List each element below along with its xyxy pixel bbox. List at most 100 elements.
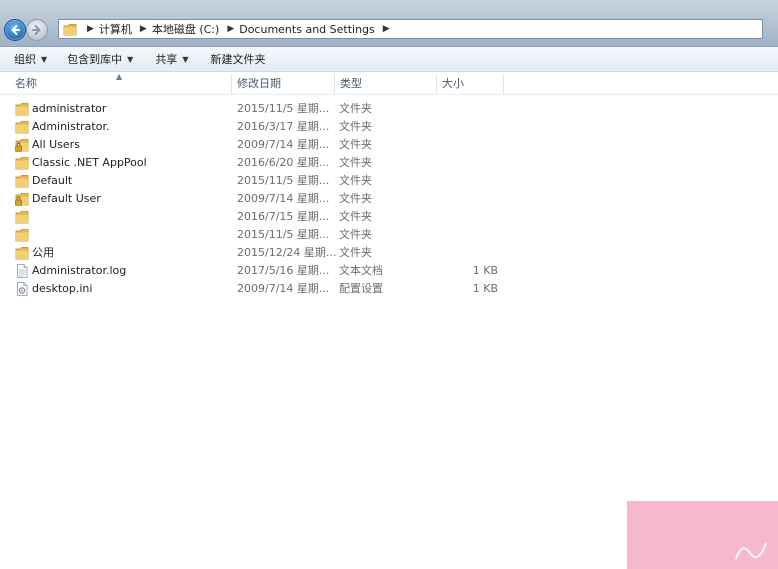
breadcrumb-documents-and-settings[interactable]: Documents and Settings [239,23,375,36]
share-button[interactable]: 共享 ▼ [147,48,196,70]
folder-icon [15,174,29,188]
file-name[interactable]: administrator [32,100,106,118]
chevron-right-icon[interactable]: ▶ [227,24,234,34]
file-modified-date: 2009/7/14 星期... [237,138,330,151]
file-row[interactable]: Classic .NET AppPool 2016/6/20 星期... 文件夹 [0,154,778,172]
file-row[interactable]: 2015/11/5 星期... 文件夹 [0,226,778,244]
file-modified-date: 2009/7/14 星期... [237,192,330,205]
column-header-size[interactable]: 大小 [442,72,464,94]
include-in-library-label: 包含到库中 [67,53,123,66]
file-size [440,100,498,118]
breadcrumb-computer[interactable]: 计算机 [99,21,132,37]
folder-icon [15,156,29,170]
folder-icon [15,102,29,116]
file-name[interactable]: Default [32,172,72,190]
file-type: 文件夹 [339,192,372,205]
file-modified-date: 2009/7/14 星期... [237,282,330,295]
file-row[interactable]: Default 2015/11/5 星期... 文件夹 [0,172,778,190]
back-button[interactable] [4,19,26,41]
file-name[interactable]: desktop.ini [32,280,92,298]
pink-corner-overlay [627,501,778,569]
column-headers: ▲ 名称 修改日期 类型 大小 [0,72,778,95]
new-folder-label: 新建文件夹 [210,53,266,66]
text-document-icon [15,264,29,278]
folder-icon [15,228,29,242]
file-type: 文本文档 [339,264,383,277]
address-path-box[interactable]: ▶ 计算机 ▶ 本地磁盘 (C:) ▶ Documents and Settin… [58,19,763,39]
folder-icon [15,246,29,260]
file-modified-date: 2017/5/16 星期... [237,264,330,277]
file-modified-date: 2015/12/24 星期... [237,246,337,259]
file-list: administrator 2015/11/5 星期... 文件夹 Administr… [0,100,778,298]
file-type: 文件夹 [339,156,372,169]
folder-icon [15,120,29,134]
caret-down-icon: ▼ [182,54,189,64]
chevron-right-icon[interactable]: ▶ [87,24,94,34]
share-label: 共享 [155,53,178,66]
watermark-glyph [735,542,767,560]
file-name[interactable]: Default User [32,190,101,208]
file-modified-date: 2016/3/17 星期... [237,120,330,133]
file-size [440,226,498,244]
column-divider[interactable] [436,74,437,94]
file-type: 文件夹 [339,210,372,223]
file-row[interactable]: Administrator.log 2017/5/16 星期... 文本文档 1 KB [0,262,778,280]
file-size [440,172,498,190]
file-row[interactable]: Default User 2009/7/14 星期... 文件夹 [0,190,778,208]
organize-button[interactable]: 组织 ▼ [6,48,55,70]
column-divider[interactable] [503,74,504,94]
breadcrumb-local-disk[interactable]: 本地磁盘 (C:) [152,21,219,37]
file-name[interactable]: All Users [32,136,80,154]
file-size [440,190,498,208]
chevron-right-icon[interactable]: ▶ [140,24,147,34]
folder-icon [63,23,77,36]
settings-file-icon [15,282,29,296]
include-in-library-button[interactable]: 包含到库中 ▼ [59,48,141,70]
sort-ascending-icon: ▲ [116,72,123,81]
file-name[interactable]: Classic .NET AppPool [32,154,147,172]
file-row[interactable]: Administrator. 2016/3/17 星期... 文件夹 [0,118,778,136]
file-name[interactable]: 公用 [32,244,54,262]
file-row[interactable]: desktop.ini 2009/7/14 星期... 配置设置 1 KB [0,280,778,298]
file-row[interactable]: administrator 2015/11/5 星期... 文件夹 [0,100,778,118]
file-size [440,208,498,226]
file-name[interactable]: Administrator. [32,118,109,136]
file-size [440,136,498,154]
file-modified-date: 2016/7/15 星期... [237,210,330,223]
file-row[interactable]: All Users 2009/7/14 星期... 文件夹 [0,136,778,154]
locked-folder-icon [15,138,29,152]
file-row[interactable]: 公用 2015/12/24 星期... 文件夹 [0,244,778,262]
file-modified-date: 2015/11/5 星期... [237,228,330,241]
file-size [440,154,498,172]
file-type: 文件夹 [339,102,372,115]
address-bar: ▶ 计算机 ▶ 本地磁盘 (C:) ▶ Documents and Settin… [0,0,778,47]
column-divider[interactable] [231,74,232,94]
file-size: 1 KB [472,282,498,295]
file-type: 文件夹 [339,246,372,259]
chevron-right-icon[interactable]: ▶ [383,24,390,34]
file-type: 文件夹 [339,120,372,133]
file-modified-date: 2016/6/20 星期... [237,156,330,169]
file-modified-date: 2015/11/5 星期... [237,102,330,115]
file-row[interactable]: 2016/7/15 星期... 文件夹 [0,208,778,226]
file-name[interactable]: Administrator.log [32,262,126,280]
file-type: 文件夹 [339,228,372,241]
file-type: 文件夹 [339,138,372,151]
folder-icon [15,210,29,224]
locked-folder-icon [15,192,29,206]
column-header-modified[interactable]: 修改日期 [237,72,281,94]
file-size: 1 KB [472,264,498,277]
column-header-type[interactable]: 类型 [340,72,362,94]
caret-down-icon: ▼ [41,54,48,64]
column-divider[interactable] [334,74,335,94]
column-header-name[interactable]: 名称 [15,72,37,94]
new-folder-button[interactable]: 新建文件夹 [202,48,273,70]
file-size [440,244,498,262]
arrow-right-icon [32,25,41,35]
file-size [440,118,498,136]
organize-label: 组织 [14,53,36,66]
file-modified-date: 2015/11/5 星期... [237,174,330,187]
arrow-left-icon [11,25,20,35]
command-bar: 组织 ▼ 包含到库中 ▼ 共享 ▼ 新建文件夹 [0,47,778,72]
forward-button[interactable] [26,19,48,41]
